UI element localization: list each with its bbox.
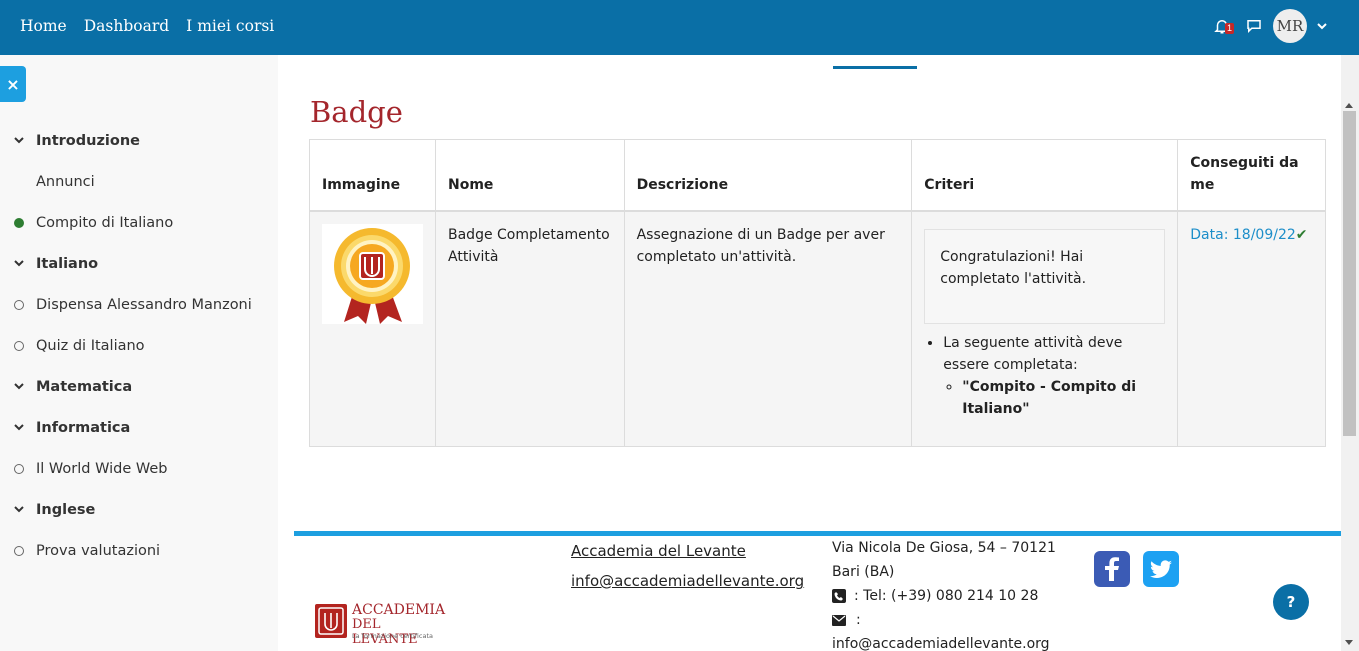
active-tab-indicator — [833, 66, 917, 69]
close-icon: × — [6, 74, 20, 94]
user-avatar[interactable]: MR — [1273, 9, 1307, 43]
sidebar-item-label: Compito di Italiano — [36, 214, 174, 231]
chevron-down-icon[interactable] — [13, 257, 25, 269]
footer-phone: : Tel: (+39) 080 214 10 28 — [832, 588, 1038, 604]
header-earned[interactable]: Conseguiti da me — [1177, 139, 1326, 212]
notification-count-badge: 1 — [1225, 23, 1235, 34]
sidebar-item-label: Matematica — [36, 378, 133, 395]
sidebar-item-compito-di-italiano[interactable]: Compito di Italiano — [0, 202, 278, 243]
top-navbar: Home Dashboard I miei corsi 1 MR — [0, 0, 1359, 55]
nav-my-courses-link[interactable]: I miei corsi — [186, 17, 274, 35]
header-description[interactable]: Descrizione — [623, 139, 913, 212]
footer-phone-text: : Tel: (+39) 080 214 10 28 — [854, 588, 1039, 604]
badge-description-cell: Assegnazione di un Badge per aver comple… — [623, 210, 913, 447]
scroll-up-arrow-icon[interactable] — [1345, 103, 1353, 108]
nav-home-link[interactable]: Home — [20, 17, 67, 35]
page-title: Badge — [310, 95, 403, 129]
sidebar-item-italiano[interactable]: Italiano — [0, 243, 278, 284]
sidebar-item-quiz-di-italiano[interactable]: Quiz di Italiano — [0, 325, 278, 366]
badge-image-cell — [309, 210, 436, 447]
footer-email-text: info@accademiadellevante.org — [832, 636, 1050, 651]
earned-date-link[interactable]: Data: 18/09/22 — [1190, 227, 1295, 243]
footer-email-label: : — [856, 612, 861, 628]
scrollbar-thumb[interactable] — [1343, 111, 1356, 436]
incomplete-circle-icon — [14, 546, 24, 556]
sidebar-item-inglese[interactable]: Inglese — [0, 489, 278, 530]
nav-links: Home Dashboard I miei corsi — [20, 0, 274, 52]
help-icon: ? — [1286, 593, 1296, 611]
phone-icon — [832, 589, 846, 603]
footer-org-link[interactable]: Accademia del Levante — [571, 542, 746, 560]
criteria-activity: "Compito - Compito di Italiano" — [962, 376, 1165, 420]
criteria-rule-text: La seguente attività deve essere complet… — [943, 334, 1123, 373]
sidebar-item-label: Inglese — [36, 501, 96, 518]
chevron-down-icon[interactable] — [13, 503, 25, 515]
messages-icon[interactable] — [1245, 17, 1263, 35]
sidebar-item-introduzione[interactable]: Introduzione — [0, 120, 278, 161]
chevron-down-icon[interactable] — [13, 380, 25, 392]
sidebar-item-il-world-wide-web[interactable]: Il World Wide Web — [0, 448, 278, 489]
badge-medal-icon[interactable] — [322, 223, 423, 324]
criteria-message-box: Congratulazioni! Hai completato l'attivi… — [924, 228, 1166, 324]
twitter-icon[interactable] — [1143, 551, 1179, 587]
badge-criteria-cell: Congratulazioni! Hai completato l'attivi… — [911, 210, 1179, 447]
check-icon: ✔ — [1295, 226, 1308, 243]
logo-tagline: La formazione certificata — [352, 632, 433, 640]
academy-logo: ACCADEMIA DEL LEVANTE La formazione cert… — [315, 602, 450, 647]
criteria-sublist: "Compito - Compito di Italiano" — [943, 376, 1165, 420]
help-button[interactable]: ? — [1273, 584, 1309, 620]
header-image[interactable]: Immagine — [309, 139, 436, 212]
sidebar-item-label: Prova valutazioni — [36, 542, 161, 559]
incomplete-circle-icon — [14, 341, 24, 351]
criteria-rule: La seguente attività deve essere complet… — [943, 332, 1165, 420]
envelope-icon — [832, 614, 846, 626]
sidebar-item-label: Dispensa Alessandro Manzoni — [36, 296, 252, 313]
footer-email-link[interactable]: info@accademiadellevante.org — [571, 572, 804, 590]
sidebar-item-dispensa-alessandro-manzoni[interactable]: Dispensa Alessandro Manzoni — [0, 284, 278, 325]
sidebar-item-label: Informatica — [36, 419, 131, 436]
sidebar-item-annunci[interactable]: Annunci — [0, 161, 278, 202]
sidebar-item-label: Quiz di Italiano — [36, 337, 145, 354]
notifications-bell-icon[interactable]: 1 — [1213, 15, 1235, 37]
sidebar-item-label: Introduzione — [36, 132, 140, 149]
nav-user-area: 1 MR — [1213, 8, 1327, 44]
course-index-sidebar: × Introduzione Annunci Compito di Italiano… — [0, 55, 278, 651]
completed-dot-icon — [14, 218, 24, 228]
footer-address-line1: Via Nicola De Giosa, 54 – 70121 — [832, 540, 1056, 556]
footer-divider — [294, 531, 1341, 536]
table-row: Badge Completamento Attività Assegnazion… — [309, 210, 1326, 447]
table-header-row: Immagine Nome Descrizione Criteri Conseg… — [309, 139, 1326, 212]
sidebar-item-matematica[interactable]: Matematica — [0, 366, 278, 407]
header-criteria[interactable]: Criteri — [911, 139, 1179, 212]
sidebar-item-label: Il World Wide Web — [36, 460, 168, 477]
incomplete-circle-icon — [14, 300, 24, 310]
chevron-down-icon[interactable] — [13, 421, 25, 433]
badges-table: Immagine Nome Descrizione Criteri Conseg… — [309, 139, 1326, 447]
incomplete-circle-icon — [14, 464, 24, 474]
sidebar-item-label: Annunci — [36, 173, 95, 190]
facebook-icon[interactable] — [1094, 551, 1130, 587]
criteria-list: La seguente attività deve essere complet… — [924, 332, 1165, 420]
sidebar-item-informatica[interactable]: Informatica — [0, 407, 278, 448]
sidebar-item-label: Italiano — [36, 255, 99, 272]
logo-line1: ACCADEMIA — [352, 602, 446, 618]
footer-address-line2: Bari (BA) — [832, 564, 895, 580]
nav-dashboard-link[interactable]: Dashboard — [84, 17, 169, 35]
chevron-down-icon[interactable] — [13, 134, 25, 146]
badge-earned-cell: Data: 18/09/22✔ — [1177, 210, 1326, 447]
close-sidebar-button[interactable]: × — [0, 66, 26, 102]
header-name[interactable]: Nome — [435, 139, 625, 212]
scroll-down-arrow-icon[interactable] — [1345, 640, 1353, 645]
sidebar-item-prova-valutazioni[interactable]: Prova valutazioni — [0, 530, 278, 571]
badge-name-cell: Badge Completamento Attività — [435, 210, 625, 447]
footer-email-row: : — [832, 612, 861, 628]
user-menu-chevron-down-icon[interactable] — [1317, 21, 1327, 31]
